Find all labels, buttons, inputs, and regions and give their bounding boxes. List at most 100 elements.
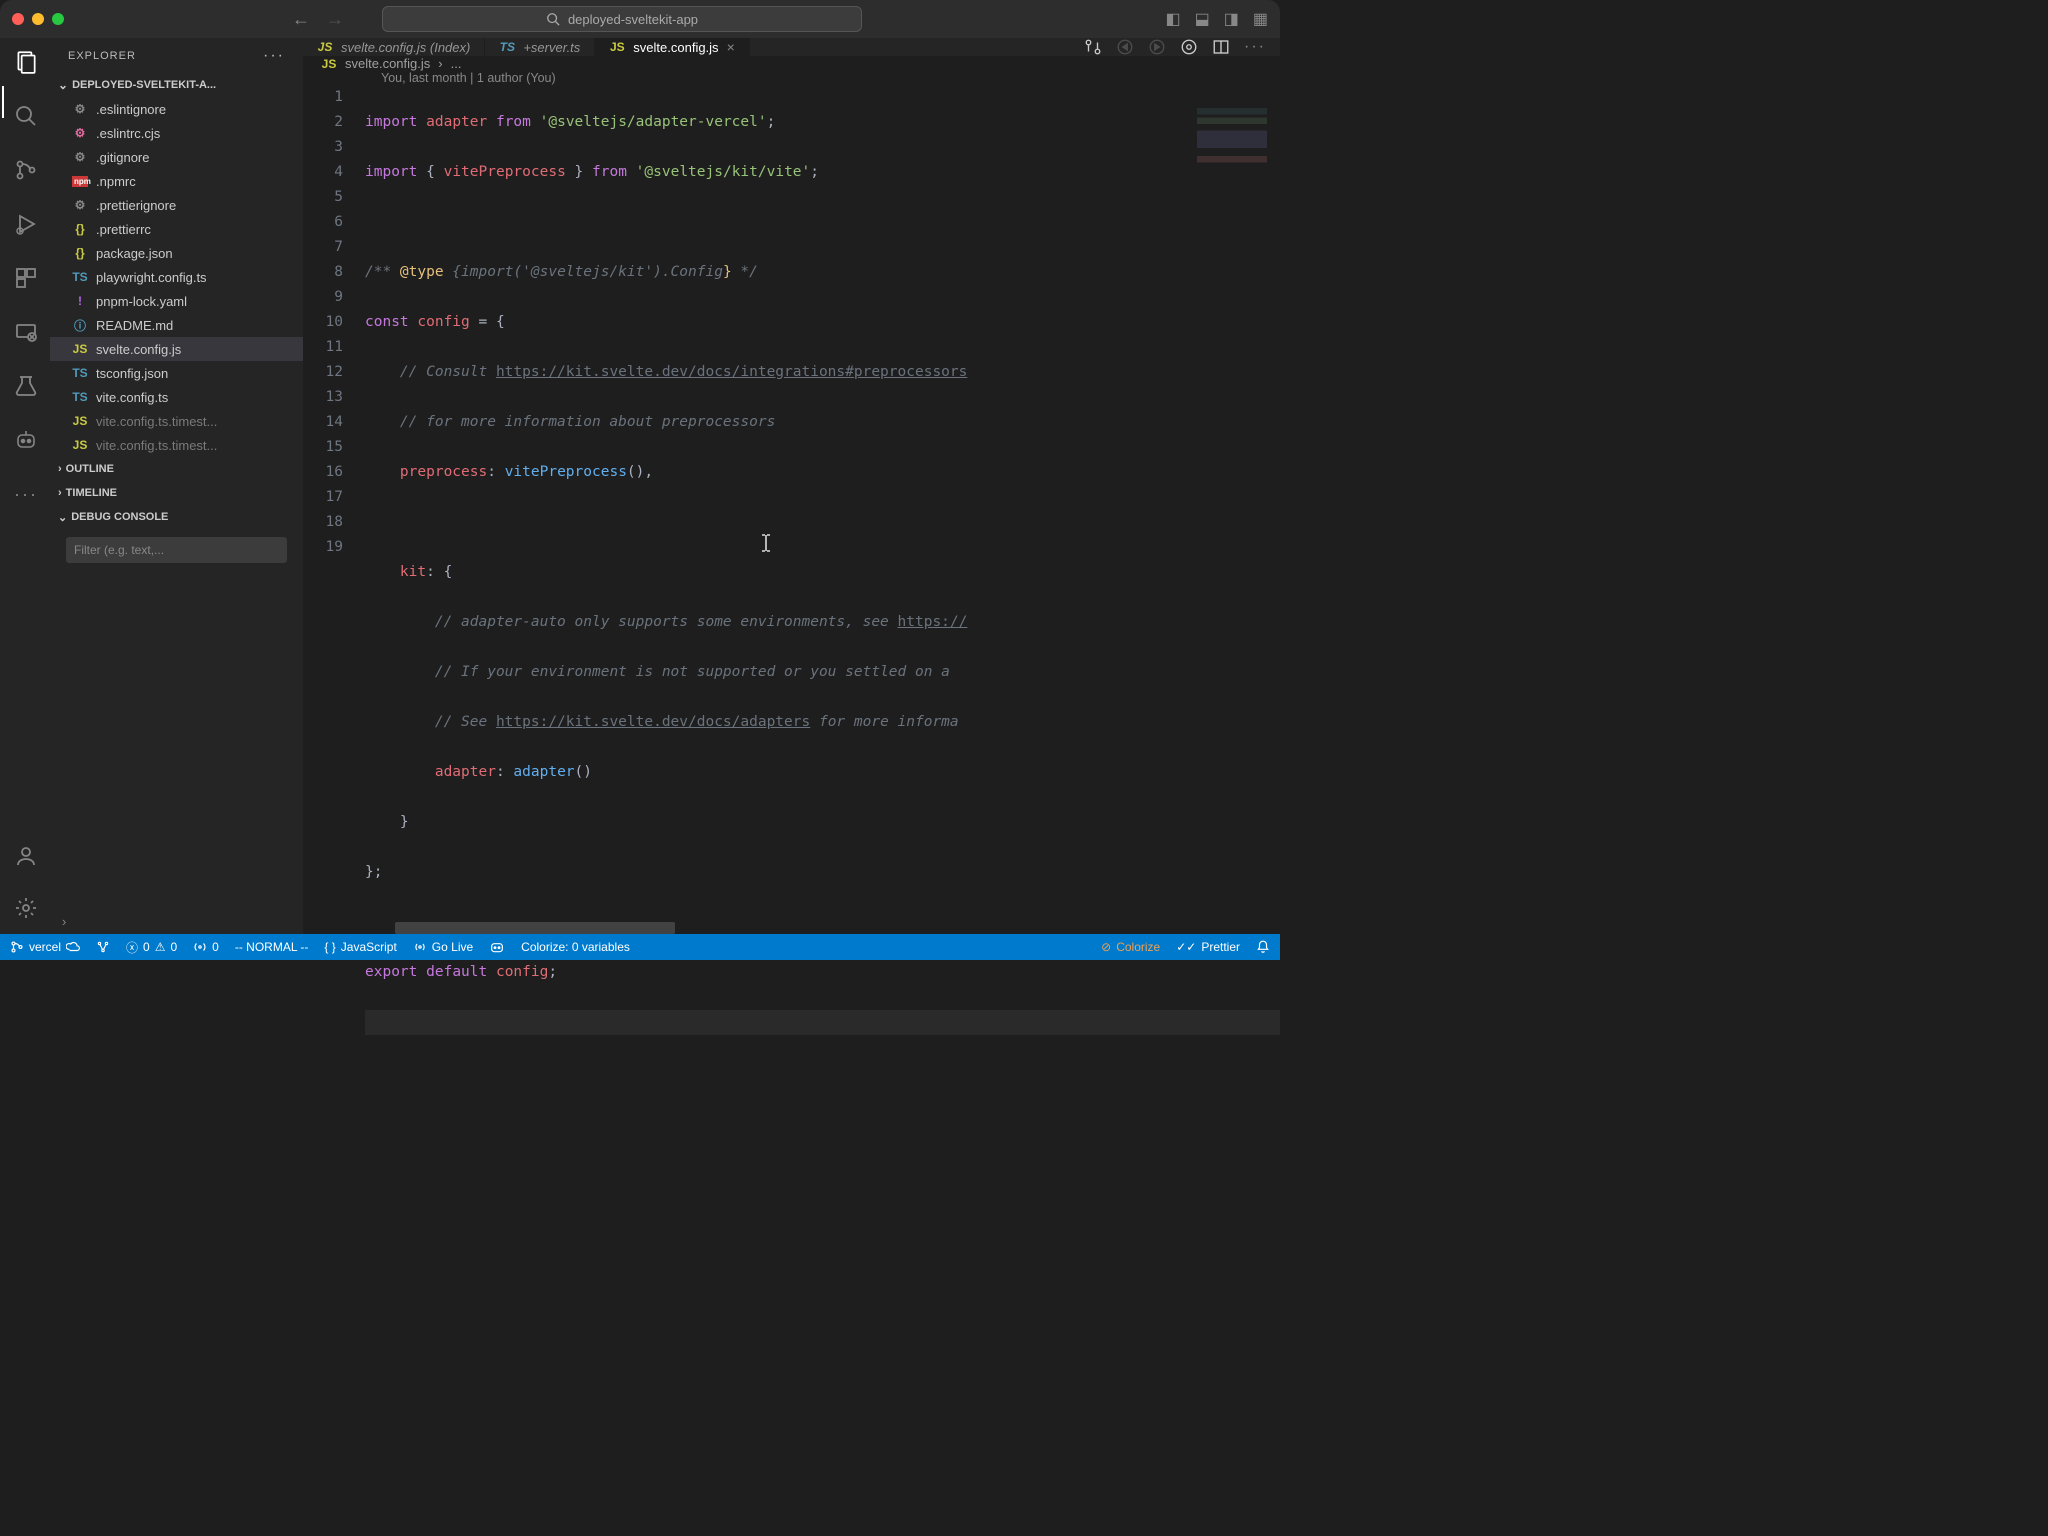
file-row[interactable]: npm.npmrc bbox=[50, 169, 303, 193]
activity-search-icon[interactable] bbox=[12, 102, 40, 130]
file-icon: TS bbox=[72, 270, 88, 284]
file-label: .npmrc bbox=[96, 174, 136, 189]
warning-count: 0 bbox=[170, 940, 177, 954]
editor-tab[interactable]: JSsvelte.config.js× bbox=[595, 38, 749, 56]
status-problems[interactable]: ⓧ0 ⚠0 bbox=[126, 939, 177, 956]
minimap-content bbox=[1197, 108, 1267, 188]
tab-close-icon[interactable]: × bbox=[727, 39, 735, 55]
file-row[interactable]: TStsconfig.json bbox=[50, 361, 303, 385]
minimap[interactable] bbox=[1190, 102, 1280, 934]
file-row[interactable]: ⚙.gitignore bbox=[50, 145, 303, 169]
debug-filter-input[interactable]: Filter (e.g. text,... bbox=[66, 537, 287, 563]
file-row[interactable]: TSplaywright.config.ts bbox=[50, 265, 303, 289]
activity-extensions-icon[interactable] bbox=[12, 264, 40, 292]
layout-customize-icon[interactable]: ▦ bbox=[1253, 9, 1268, 29]
layout-primary-icon[interactable]: ◧ bbox=[1166, 9, 1181, 29]
activity-explorer-icon[interactable] bbox=[12, 48, 40, 76]
chevron-right-icon[interactable]: › bbox=[62, 914, 66, 929]
file-icon: TS bbox=[499, 40, 515, 54]
go-icon[interactable] bbox=[1180, 38, 1198, 56]
code-editor[interactable]: 12345678910111213141516171819 import ada… bbox=[303, 85, 1280, 1085]
scrollbar-thumb[interactable] bbox=[395, 922, 675, 934]
file-icon: JS bbox=[72, 438, 88, 452]
line-number: 18 bbox=[303, 510, 343, 535]
file-label: tsconfig.json bbox=[96, 366, 168, 381]
tab-label: svelte.config.js (Index) bbox=[341, 40, 470, 55]
outline-label: OUTLINE bbox=[66, 463, 114, 475]
activity-testing-icon[interactable] bbox=[12, 372, 40, 400]
close-window-button[interactable] bbox=[12, 13, 24, 25]
file-row[interactable]: ⚙.eslintrc.cjs bbox=[50, 121, 303, 145]
project-name: DEPLOYED-SVELTEKIT-A... bbox=[72, 79, 216, 91]
codelens[interactable]: You, last month | 1 author (You) bbox=[303, 71, 1280, 85]
layout-panel-icon[interactable]: ⬓ bbox=[1195, 9, 1210, 29]
error-icon: ⓧ bbox=[126, 939, 138, 956]
file-icon: JS bbox=[72, 414, 88, 428]
activity-accounts-icon[interactable] bbox=[12, 842, 40, 870]
line-number: 1 bbox=[303, 85, 343, 110]
status-ports[interactable]: 0 bbox=[193, 940, 219, 954]
split-editor-icon[interactable] bbox=[1212, 38, 1230, 56]
file-row[interactable]: ⓘREADME.md bbox=[50, 313, 303, 337]
layout-secondary-icon[interactable]: ◨ bbox=[1224, 9, 1239, 29]
file-row[interactable]: JS vite.config.ts.timest... bbox=[50, 433, 303, 457]
activity-remote-icon[interactable] bbox=[12, 318, 40, 346]
warning-icon: ⚠ bbox=[155, 940, 166, 954]
project-header[interactable]: ⌄ DEPLOYED-SVELTEKIT-A... bbox=[50, 73, 303, 97]
line-number: 4 bbox=[303, 160, 343, 185]
file-row[interactable]: JSsvelte.config.js bbox=[50, 337, 303, 361]
maximize-window-button[interactable] bbox=[52, 13, 64, 25]
activity-settings-icon[interactable] bbox=[12, 894, 40, 922]
file-icon: ⚙ bbox=[72, 150, 88, 164]
timeline-section[interactable]: › TIMELINE bbox=[50, 481, 303, 505]
run-next-icon[interactable] bbox=[1148, 38, 1166, 56]
horizontal-scrollbar[interactable] bbox=[365, 922, 1188, 934]
status-vim-mode[interactable]: -- NORMAL -- bbox=[235, 940, 309, 954]
titlebar: ← → deployed-sveltekit-app ◧ ⬓ ◨ ▦ bbox=[0, 0, 1280, 38]
status-graph[interactable] bbox=[96, 940, 110, 954]
file-row[interactable]: ⚙.prettierignore bbox=[50, 193, 303, 217]
explorer-more-icon[interactable]: ··· bbox=[263, 47, 285, 65]
nav-forward-button[interactable]: → bbox=[326, 9, 344, 30]
file-label: README.md bbox=[96, 318, 173, 333]
tab-more-icon[interactable]: ··· bbox=[1244, 38, 1266, 56]
status-branch[interactable]: vercel bbox=[10, 940, 80, 954]
line-number: 14 bbox=[303, 410, 343, 435]
line-number: 12 bbox=[303, 360, 343, 385]
minimize-window-button[interactable] bbox=[32, 13, 44, 25]
line-gutter: 12345678910111213141516171819 bbox=[303, 85, 365, 1085]
chevron-down-icon: ⌄ bbox=[58, 78, 68, 92]
file-row[interactable]: JSvite.config.ts.timest... bbox=[50, 409, 303, 433]
file-row[interactable]: !pnpm-lock.yaml bbox=[50, 289, 303, 313]
chevron-down-icon: ⌄ bbox=[58, 511, 67, 524]
code-content[interactable]: import adapter from '@sveltejs/adapter-v… bbox=[365, 85, 1280, 1085]
file-row[interactable]: {}package.json bbox=[50, 241, 303, 265]
tab-actions: ··· bbox=[1070, 38, 1280, 56]
file-label: package.json bbox=[96, 246, 173, 261]
debug-console-section[interactable]: ⌄ DEBUG CONSOLE bbox=[50, 505, 303, 529]
file-row[interactable]: ⚙.eslintignore bbox=[50, 97, 303, 121]
git-compare-icon[interactable] bbox=[1084, 38, 1102, 56]
activity-more-icon[interactable]: ··· bbox=[12, 480, 40, 508]
run-prev-icon[interactable] bbox=[1116, 38, 1134, 56]
outline-section[interactable]: › OUTLINE bbox=[50, 457, 303, 481]
file-icon: ⚙ bbox=[72, 102, 88, 116]
editor-tab[interactable]: TS+server.ts bbox=[485, 38, 595, 56]
titlebar-actions: ◧ ⬓ ◨ ▦ bbox=[1166, 9, 1269, 29]
nav-arrows: ← → bbox=[292, 9, 344, 30]
timeline-label: TIMELINE bbox=[66, 487, 117, 499]
activity-source-control-icon[interactable] bbox=[12, 156, 40, 184]
command-center-search[interactable]: deployed-sveltekit-app bbox=[382, 6, 862, 32]
file-row[interactable]: {}.prettierrc bbox=[50, 217, 303, 241]
editor-tab[interactable]: JSsvelte.config.js (Index) bbox=[303, 38, 485, 56]
file-row[interactable]: TSvite.config.ts bbox=[50, 385, 303, 409]
breadcrumb[interactable]: JS svelte.config.js › ... bbox=[303, 56, 1280, 71]
file-label: vite.config.ts.timest... bbox=[96, 438, 217, 453]
file-label: .eslintrc.cjs bbox=[96, 126, 160, 141]
explorer-label: EXPLORER bbox=[68, 50, 136, 62]
sidebar: EXPLORER ··· ⌄ DEPLOYED-SVELTEKIT-A... ⚙… bbox=[50, 38, 303, 934]
activity-run-debug-icon[interactable] bbox=[12, 210, 40, 238]
nav-back-button[interactable]: ← bbox=[292, 9, 310, 30]
file-icon: JS bbox=[609, 40, 625, 54]
activity-copilot-icon[interactable] bbox=[12, 426, 40, 454]
